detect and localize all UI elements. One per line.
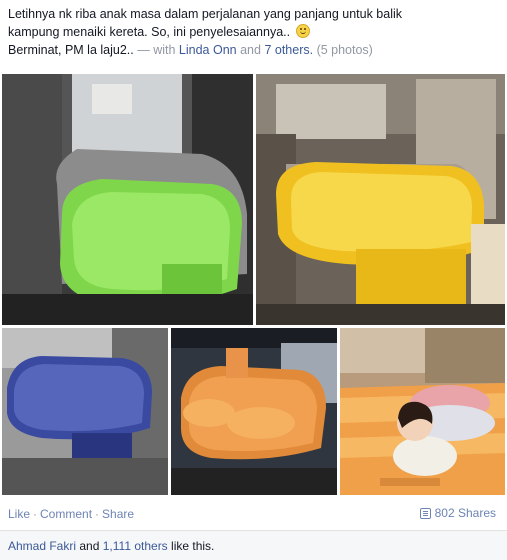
like-link[interactable]: Like bbox=[8, 507, 30, 521]
caption-line-2: kampung menaiki kereta. So, ini penyeles… bbox=[8, 23, 498, 41]
blue-mattress-image bbox=[2, 328, 168, 495]
post-caption: Letihnya nk riba anak masa dalam perjala… bbox=[8, 5, 498, 59]
comment-link[interactable]: Comment bbox=[40, 507, 92, 521]
facebook-post: Letihnya nk riba anak masa dalam perjala… bbox=[0, 0, 507, 560]
photo-yellow-mattress[interactable] bbox=[256, 74, 505, 325]
shares-count-text: 802 Shares bbox=[434, 506, 496, 520]
shares-icon bbox=[419, 507, 431, 519]
green-mattress-image bbox=[2, 74, 253, 325]
photo-blue-mattress[interactable] bbox=[2, 328, 168, 495]
tagged-person-link[interactable]: Linda Onn bbox=[179, 43, 237, 57]
smile-emoji-icon bbox=[295, 24, 310, 38]
caption-line-2-text: kampung menaiki kereta. So, ini penyeles… bbox=[8, 25, 291, 39]
photo-grid bbox=[0, 72, 507, 498]
separator-dot: · bbox=[95, 507, 100, 521]
likes-and-text: and bbox=[79, 539, 100, 553]
liker-name-link[interactable]: Ahmad Fakri bbox=[8, 539, 76, 553]
likes-summary: Ahmad Fakri and 1,111 others like this. bbox=[8, 539, 214, 553]
photo-child-sleeping[interactable] bbox=[340, 328, 505, 495]
shares-count-link[interactable]: 802 Shares bbox=[419, 506, 496, 520]
with-text: — with bbox=[137, 43, 176, 57]
yellow-mattress-image bbox=[256, 74, 505, 325]
photo-green-mattress[interactable] bbox=[2, 74, 253, 325]
share-link[interactable]: Share bbox=[102, 507, 134, 521]
likes-bar: Ahmad Fakri and 1,111 others like this. bbox=[0, 530, 507, 560]
photo-orange-mattress[interactable] bbox=[171, 328, 337, 495]
photo-count: (5 photos) bbox=[316, 43, 373, 57]
caption-author-text: Berminat, PM la laju2.. bbox=[8, 43, 134, 57]
caption-meta: Berminat, PM la laju2.. — with Linda Onn… bbox=[8, 41, 498, 59]
and-text: and bbox=[240, 43, 261, 57]
separator-dot: · bbox=[33, 507, 38, 521]
likes-suffix-text: like this. bbox=[171, 539, 215, 553]
child-sleeping-image bbox=[340, 328, 505, 495]
orange-mattress-image bbox=[171, 328, 337, 495]
caption-line-1: Letihnya nk riba anak masa dalam perjala… bbox=[8, 7, 403, 21]
tagged-others-link[interactable]: 7 others. bbox=[264, 43, 313, 57]
post-actions: Like · Comment · Share bbox=[8, 507, 134, 521]
likers-others-link[interactable]: 1,111 others bbox=[103, 539, 168, 553]
